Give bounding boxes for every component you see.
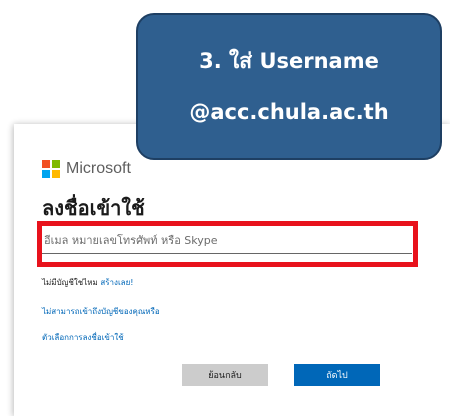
next-button[interactable]: ถัดไป bbox=[294, 364, 380, 386]
logo-square-blue bbox=[42, 170, 50, 178]
no-account-text: ไม่มีบัญชีใช่ไหม bbox=[42, 278, 98, 287]
email-field[interactable] bbox=[42, 228, 412, 254]
cant-access-account-link[interactable]: ไม่สามารถเข้าถึงบัญชีของคุณหรือ bbox=[42, 307, 160, 316]
brand-name: Microsoft bbox=[66, 160, 131, 177]
instruction-callout: 3. ใส่ Username @acc.chula.ac.th bbox=[136, 13, 442, 160]
microsoft-logo: Microsoft bbox=[42, 160, 131, 178]
microsoft-logo-icon bbox=[42, 160, 60, 178]
signin-options-link[interactable]: ตัวเลือกการลงชื่อเข้าใช้ bbox=[42, 333, 124, 342]
signin-options-row: ตัวเลือกการลงชื่อเข้าใช้ bbox=[42, 331, 124, 344]
callout-step-text: 3. ใส่ Username bbox=[199, 48, 379, 73]
logo-square-red bbox=[42, 160, 50, 168]
email-field-wrapper bbox=[42, 228, 412, 254]
create-account-link[interactable]: สร้างเลย! bbox=[100, 278, 133, 287]
logo-square-green bbox=[52, 160, 60, 168]
logo-square-yellow bbox=[52, 170, 60, 178]
cant-access-row: ไม่สามารถเข้าถึงบัญชีของคุณหรือ bbox=[42, 305, 160, 318]
page-title: ลงชื่อเข้าใช้ bbox=[42, 196, 145, 220]
back-button[interactable]: ย้อนกลับ bbox=[182, 364, 268, 386]
callout-domain-text: @acc.chula.ac.th bbox=[189, 99, 389, 124]
no-account-row: ไม่มีบัญชีใช่ไหม สร้างเลย! bbox=[42, 276, 133, 289]
